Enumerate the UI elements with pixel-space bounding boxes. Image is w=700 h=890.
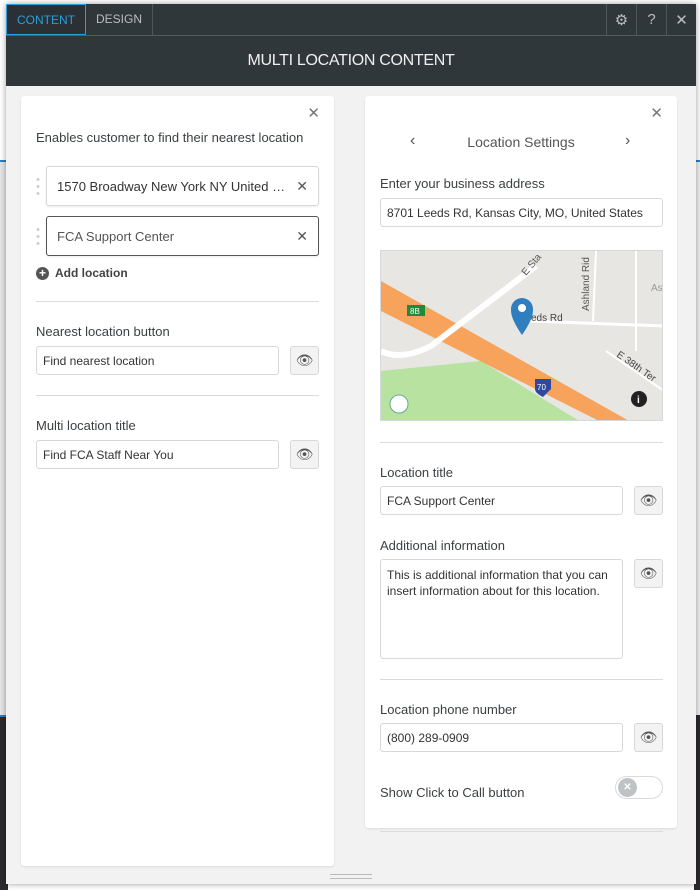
phone-input[interactable]: (800) 289-0909 <box>380 723 623 752</box>
visibility-toggle[interactable]: 👁 <box>634 486 663 515</box>
additional-info-label: Additional information <box>380 538 506 553</box>
phone-label: Location phone number <box>380 702 517 717</box>
svg-text:i: i <box>637 395 640 406</box>
location-item[interactable]: FCA Support Center ✕ <box>46 216 319 256</box>
location-item[interactable]: 1570 Broadway New York NY United S... ✕ <box>46 166 319 206</box>
interstate-sign: 70 <box>537 383 546 392</box>
location-title-label: Location title <box>380 465 453 480</box>
map-label: As <box>651 283 663 294</box>
visibility-toggle[interactable]: 👁 <box>290 440 319 469</box>
locations-panel: ✕ Enables customer to find their nearest… <box>21 96 334 866</box>
eye-icon: 👁 <box>295 352 314 368</box>
click-to-call-toggle[interactable]: ✕ <box>615 776 663 799</box>
multi-title-input[interactable]: Find FCA Staff Near You <box>36 440 279 469</box>
top-bar: CONTENT DESIGN ⚙ ? ✕ <box>6 4 696 36</box>
close-button[interactable]: ✕ <box>666 4 696 35</box>
eye-icon: 👁 <box>295 446 314 462</box>
location-settings-panel: ✕ ‹ Location Settings › Enter your busin… <box>365 96 677 832</box>
add-location-button[interactable]: + Add location <box>36 266 128 280</box>
help-button[interactable]: ? <box>636 4 666 35</box>
plus-circle-icon: + <box>36 266 49 280</box>
visibility-toggle[interactable]: 👁 <box>634 559 663 588</box>
divider <box>36 395 319 396</box>
divider <box>380 442 663 443</box>
visibility-toggle[interactable]: 👁 <box>290 346 319 375</box>
divider <box>380 679 663 680</box>
location-map[interactable]: E Sta Ashland Rid As eds Rd 8B 70 E 38th… <box>380 250 663 421</box>
dialog-title: MULTI LOCATION CONTENT <box>6 36 696 86</box>
divider <box>36 301 319 302</box>
tab-content[interactable]: CONTENT <box>6 4 86 35</box>
next-location-button[interactable]: › <box>625 132 630 150</box>
multi-location-dialog: CONTENT DESIGN ⚙ ? ✕ MULTI LOCATION CONT… <box>6 4 696 884</box>
click-to-call-label: Show Click to Call button <box>380 785 525 800</box>
drag-handle-icon[interactable] <box>36 226 40 246</box>
nearest-label: Nearest location button <box>36 324 170 339</box>
tab-design[interactable]: DESIGN <box>86 4 154 35</box>
nearest-button-input[interactable]: Find nearest location <box>36 346 279 375</box>
additional-info-textarea[interactable]: This is additional information that you … <box>380 559 623 659</box>
eye-icon: 👁 <box>639 565 658 581</box>
remove-icon[interactable]: ✕ <box>296 178 308 195</box>
remove-icon[interactable]: ✕ <box>296 228 308 245</box>
toggle-off-icon: ✕ <box>618 778 637 797</box>
address-input[interactable]: 8701 Leeds Rd, Kansas City, MO, United S… <box>380 198 663 227</box>
address-label: Enter your business address <box>380 176 545 191</box>
multi-title-label: Multi location title <box>36 418 136 433</box>
map-label: Ashland Rid <box>581 257 592 311</box>
close-icon: ✕ <box>675 11 688 29</box>
help-icon: ? <box>647 11 656 28</box>
visibility-toggle[interactable]: 👁 <box>634 723 663 752</box>
map-label: eds Rd <box>531 313 563 324</box>
resize-handle[interactable] <box>330 874 372 879</box>
gear-icon: ⚙ <box>614 11 629 29</box>
exit-sign: 8B <box>410 307 420 316</box>
panel-description: Enables customer to find their nearest l… <box>36 130 304 145</box>
settings-button[interactable]: ⚙ <box>606 4 636 35</box>
location-title-input[interactable]: FCA Support Center <box>380 486 623 515</box>
eye-icon: 👁 <box>639 492 658 508</box>
close-panel-icon[interactable]: ✕ <box>307 104 320 122</box>
map-logo-icon <box>389 394 409 414</box>
eye-icon: 👁 <box>639 729 658 745</box>
divider <box>380 831 663 832</box>
drag-handle-icon[interactable] <box>36 176 40 196</box>
close-panel-icon[interactable]: ✕ <box>650 104 663 122</box>
